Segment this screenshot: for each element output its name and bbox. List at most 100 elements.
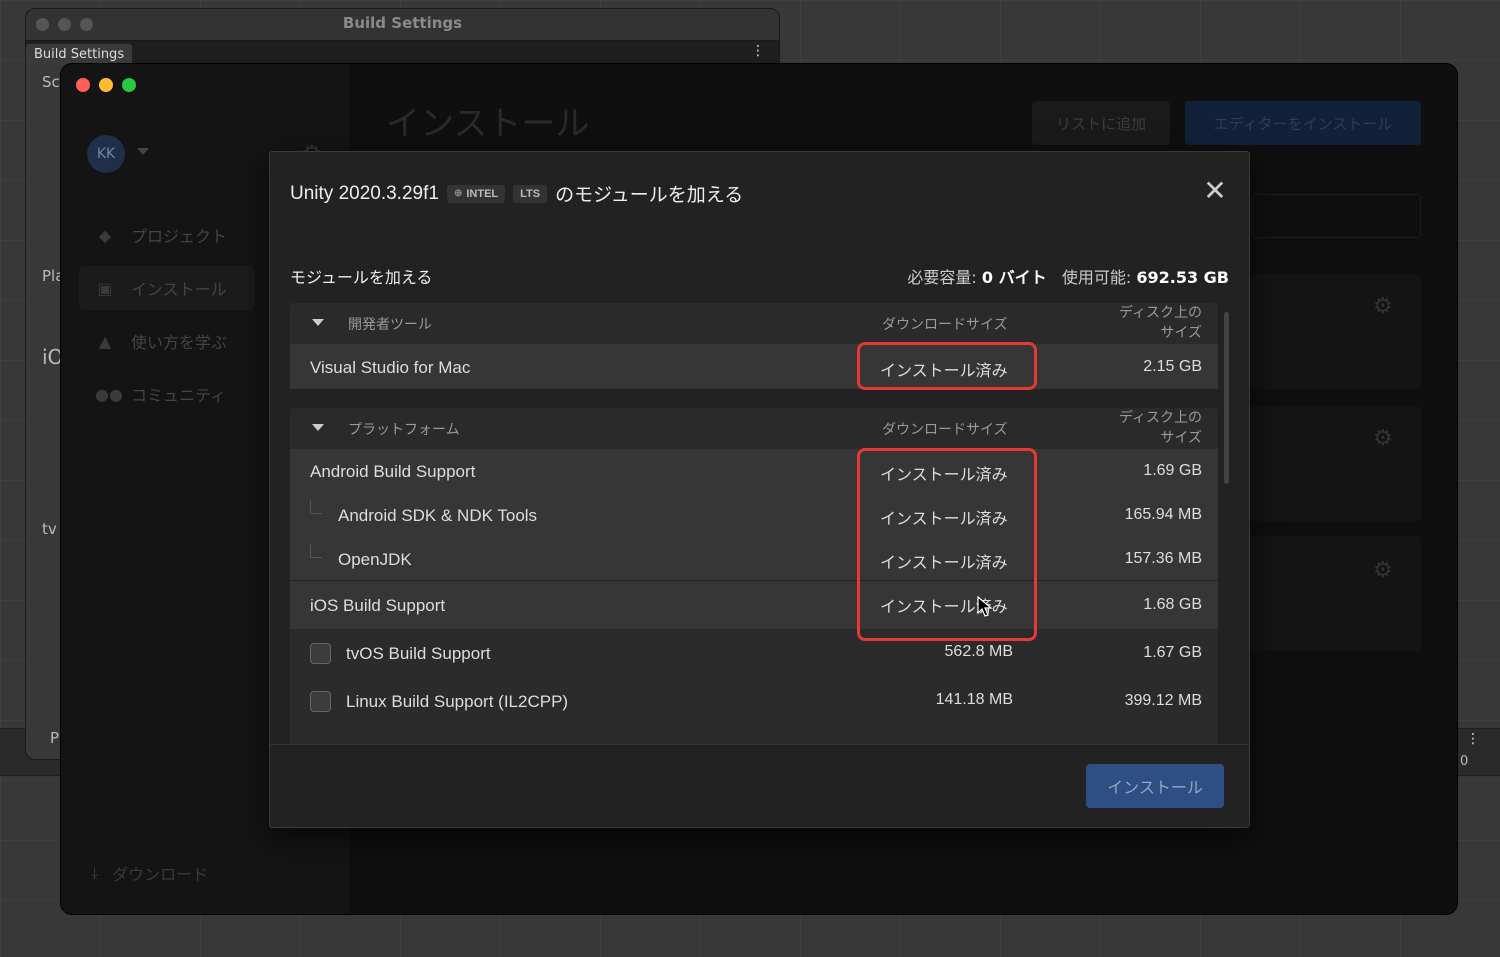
- sidebar-item-installs[interactable]: ▣ インストール: [79, 266, 255, 310]
- module-name: Android Build Support: [310, 462, 476, 481]
- cube-icon: ◆: [98, 225, 112, 245]
- module-disk-size: 165.94 MB: [1124, 506, 1202, 523]
- player-settings-fragment[interactable]: P: [50, 729, 59, 747]
- group-header-dev-tools[interactable]: 開発者ツール ダウンロードサイズ ディスク上の サイズ: [290, 303, 1218, 343]
- dialog-title-suffix: のモジュールを加える: [555, 184, 744, 206]
- highlight-box: [857, 342, 1037, 390]
- chevron-down-icon[interactable]: [312, 424, 324, 431]
- required-space-label: 必要容量:: [907, 268, 977, 287]
- page-title: インストール: [386, 104, 590, 144]
- column-header-disk: ディスク上の サイズ: [1102, 408, 1202, 448]
- available-space-value: 692.53 GB: [1136, 268, 1229, 287]
- install-card[interactable]: [1241, 274, 1421, 389]
- sidebar-item-projects[interactable]: ◆ プロジェクト: [79, 213, 255, 257]
- module-disk-size: 1.69 GB: [1143, 462, 1202, 479]
- module-name: Linux Build Support (IL2CPP): [346, 692, 569, 711]
- close-window-icon[interactable]: [76, 78, 90, 92]
- downloads-label: ダウンロード: [112, 865, 209, 884]
- add-modules-dialog: Unity 2020.3.29f1 ⊕ INTEL LTS のモジュールを加える…: [269, 151, 1250, 828]
- editor-menu-icon[interactable]: ⋮: [1466, 731, 1480, 747]
- module-row: Visual Studio for Mac インストール済み 2.15 GB: [290, 343, 1218, 389]
- module-checkbox[interactable]: [310, 643, 331, 664]
- build-settings-title: Build Settings: [342, 14, 463, 32]
- sidebar-item-label: 使い方を学ぶ: [131, 333, 228, 352]
- build-settings-tab[interactable]: Build Settings: [26, 44, 133, 65]
- chevron-down-icon[interactable]: [137, 148, 149, 155]
- group-header-platforms[interactable]: プラットフォーム ダウンロードサイズ ディスク上の サイズ: [290, 408, 1218, 448]
- search-input[interactable]: [1251, 194, 1421, 238]
- sidebar-item-learn[interactable]: ▲ 使い方を学ぶ: [79, 319, 255, 363]
- column-header-download: ダウンロードサイズ: [882, 317, 1008, 333]
- module-disk-size: 399.12 MB: [1124, 692, 1202, 709]
- sidebar-item-community[interactable]: ●● コミュニティ: [79, 372, 255, 416]
- install-card[interactable]: [1241, 406, 1421, 521]
- disk-space-info: 必要容量: 0 バイト 使用可能: 692.53 GB: [907, 264, 1229, 288]
- highlight-box: [857, 448, 1037, 641]
- module-row[interactable]: tvOS Build Support 562.8 MB 1.67 GB: [290, 629, 1218, 677]
- download-icon: ⤓: [91, 863, 99, 882]
- module-row-child: OpenJDK インストール済み 157.36 MB: [290, 536, 1218, 580]
- column-header-disk-line1: ディスク上の: [1118, 305, 1202, 321]
- install-editor-button[interactable]: エディターをインストール: [1185, 101, 1421, 145]
- sidebar-item-label: インストール: [131, 280, 227, 299]
- required-space-value: 0 バイト: [981, 268, 1047, 287]
- group-title: 開発者ツール: [348, 317, 432, 333]
- install-button[interactable]: インストール: [1086, 764, 1224, 808]
- install-card[interactable]: [1241, 536, 1421, 651]
- tvos-label-fragment: tv: [42, 520, 57, 538]
- module-disk-size: 1.67 GB: [1143, 644, 1202, 661]
- scenes-label-fragment: Sc: [42, 73, 60, 91]
- gear-icon[interactable]: ⚙: [1373, 558, 1393, 583]
- cursor-icon: [977, 596, 993, 617]
- group-title: プラットフォーム: [348, 422, 460, 438]
- column-header-disk-line2: サイズ: [1160, 325, 1202, 341]
- gear-icon[interactable]: ⚙: [1373, 426, 1393, 451]
- add-to-list-button[interactable]: リストに追加: [1032, 101, 1170, 145]
- module-name: OpenJDK: [338, 550, 412, 569]
- module-name: tvOS Build Support: [346, 644, 491, 663]
- modules-list[interactable]: 開発者ツール ダウンロードサイズ ディスク上の サイズ Visual Studi…: [290, 303, 1218, 745]
- column-header-disk-line2: サイズ: [1160, 430, 1202, 446]
- module-checkbox[interactable]: [310, 691, 331, 712]
- column-header-download: ダウンロードサイズ: [882, 422, 1008, 438]
- tree-branch-icon: [310, 544, 322, 558]
- dialog-title-version: Unity 2020.3.29f1: [290, 182, 439, 204]
- zoom-window-icon[interactable]: [122, 78, 136, 92]
- intel-badge: ⊕ INTEL: [446, 184, 506, 203]
- downloads-button[interactable]: ⤓ ダウンロード: [91, 861, 208, 885]
- sidebar-item-label: プロジェクト: [131, 227, 228, 246]
- module-row[interactable]: Linux Build Support (IL2CPP) 141.18 MB 3…: [290, 677, 1218, 725]
- scrollbar[interactable]: [1224, 312, 1229, 484]
- module-disk-size: 157.36 MB: [1124, 550, 1202, 567]
- module-row-child: Android SDK & NDK Tools インストール済み 165.94 …: [290, 492, 1218, 536]
- minimize-window-icon[interactable]: [99, 78, 113, 92]
- chevron-down-icon[interactable]: [312, 319, 324, 326]
- module-name: Visual Studio for Mac: [310, 358, 471, 377]
- dialog-header: Unity 2020.3.29f1 ⊕ INTEL LTS のモジュールを加える: [290, 180, 1229, 207]
- lock-icon: ▣: [97, 278, 113, 298]
- intel-badge-label: INTEL: [466, 187, 499, 200]
- avatar[interactable]: KK: [87, 135, 125, 173]
- build-settings-titlebar: Build Settings: [26, 9, 779, 41]
- dialog-footer: インストール: [270, 744, 1249, 827]
- section-title: モジュールを加える: [290, 268, 433, 287]
- module-name: iOS Build Support: [310, 596, 446, 615]
- module-row: Android Build Support インストール済み 1.69 GB: [290, 448, 1218, 492]
- available-space-label: 使用可能:: [1061, 268, 1132, 287]
- module-row: iOS Build Support インストール済み 1.68 GB: [290, 580, 1218, 629]
- module-download-size: 141.18 MB: [935, 691, 1013, 708]
- tab-menu-icon[interactable]: ⋮: [751, 43, 765, 59]
- close-icon[interactable]: ✕: [1201, 177, 1229, 206]
- people-icon: ●●: [95, 384, 123, 404]
- module-row[interactable]: [290, 725, 1218, 745]
- editor-message-count: 0: [1460, 754, 1469, 769]
- sidebar-item-label: コミュニティ: [131, 386, 227, 405]
- graduation-cap-icon: ▲: [98, 331, 112, 351]
- chip-icon: ⊕: [453, 188, 463, 199]
- module-disk-size: 2.15 GB: [1143, 358, 1202, 375]
- module-disk-size: 1.68 GB: [1143, 596, 1202, 613]
- column-header-disk: ディスク上の サイズ: [1102, 303, 1202, 343]
- module-name: Android SDK & NDK Tools: [338, 506, 538, 525]
- column-header-disk-line1: ディスク上の: [1118, 410, 1202, 426]
- gear-icon[interactable]: ⚙: [1373, 294, 1393, 319]
